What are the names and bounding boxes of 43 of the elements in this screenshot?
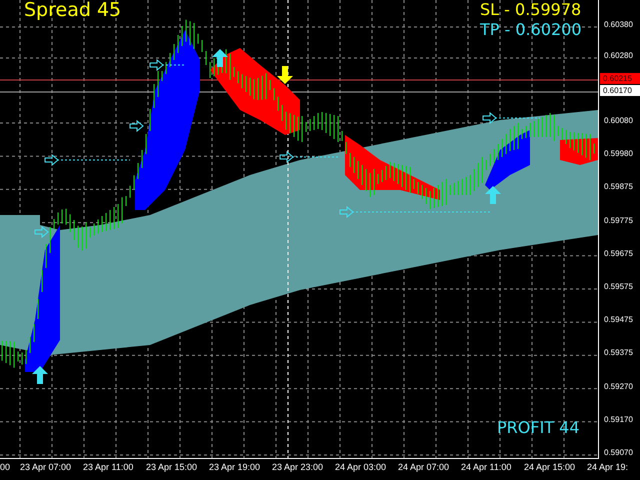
take-profit-label: TP - 0.60200 [480,20,582,39]
time-axis-label: 23 Apr 07:00 [20,462,72,472]
time-axis-label: 24 Apr 07:00 [398,462,450,472]
right-arrow-icon [130,120,144,132]
price-axis-label: 0.59475 [604,315,633,324]
price-axis-label: 0.60280 [604,51,633,60]
price-axis-label: 0.59675 [604,248,633,258]
time-axis-label: 00 [0,462,10,472]
time-axis-label: 23 Apr 19:00 [209,462,260,472]
right-arrow-icon [340,206,490,218]
price-tag: 0.60215 [600,73,640,84]
price-axis-label: 0.60380 [604,20,633,29]
spread-label: Spread 45 [24,0,122,21]
right-arrow-icon [44,154,130,166]
price-axis-label: 0.59775 [604,216,633,225]
price-tag: 0.60170 [600,85,640,96]
stop-loss-label: SL - 0.59978 [480,0,582,19]
up-arrow-icon [32,366,48,384]
price-axis-label: 0.59575 [604,282,633,291]
time-axis-label: 24 Apr 19: [587,462,628,472]
price-axis-label: 0.60080 [604,116,633,125]
time-axis-label: 23 Apr 15:00 [146,462,198,472]
price-axis-label: 0.59980 [604,149,633,158]
right-arrow-icon [280,150,340,164]
time-axis-label: 24 Apr 03:00 [335,462,386,472]
up-arrow-icon [485,186,501,204]
bearish-candles [560,138,598,165]
up-arrow-icon [212,49,228,67]
down-arrow-icon [277,66,293,84]
price-axis-label: 0.59070 [604,448,633,457]
time-axis-label: 23 Apr 11:00 [83,462,134,472]
right-arrow-icon [482,112,540,124]
time-axis-label: 23 Apr 23:00 [272,462,324,472]
price-axis-label: 0.59375 [604,348,633,358]
profit-label: PROFIT 44 [497,418,580,437]
bullish-candles [485,130,530,190]
time-axis-label: 24 Apr 11:00 [461,462,512,472]
right-arrow-icon [34,226,49,238]
right-arrow-icon [150,58,186,72]
price-axis-label: 0.59170 [604,414,633,424]
time-axis-label: 24 Apr 15:00 [524,462,576,472]
price-axis-label: 0.59875 [604,182,633,192]
price-axis-label: 0.59270 [604,382,633,391]
